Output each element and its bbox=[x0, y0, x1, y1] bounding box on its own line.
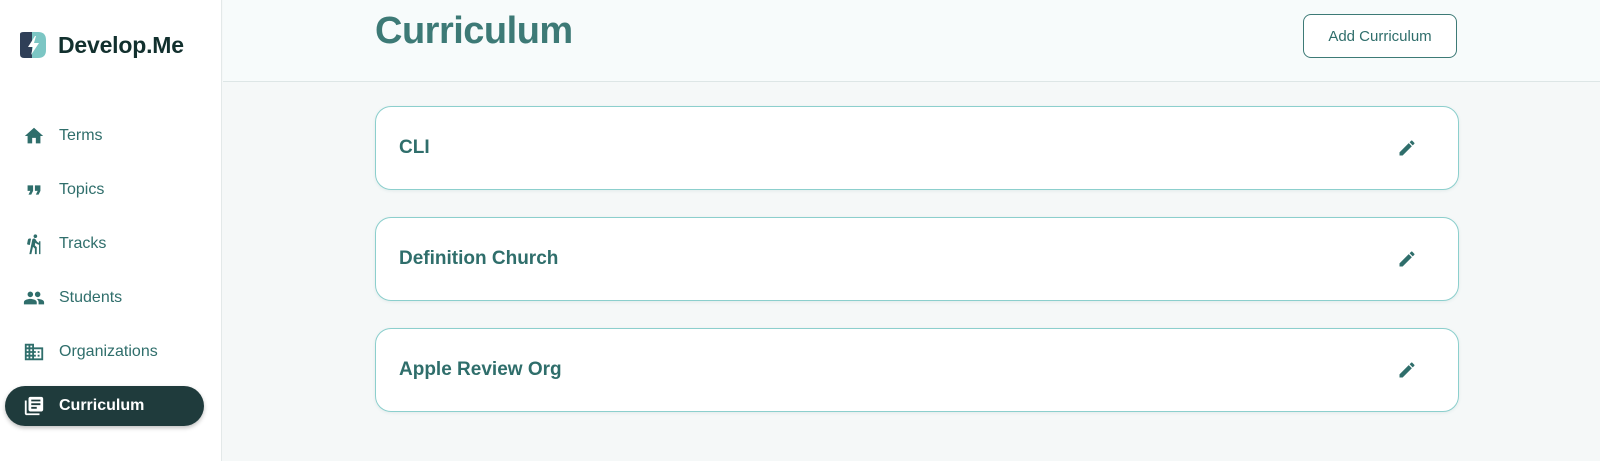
edit-curriculum-button[interactable] bbox=[1394, 357, 1420, 383]
add-curriculum-button[interactable]: Add Curriculum bbox=[1303, 14, 1457, 58]
page-header: Curriculum Add Curriculum bbox=[223, 0, 1600, 82]
pencil-edit-icon bbox=[1399, 362, 1415, 378]
curriculum-list: CLI Definition Church Apple Review Org bbox=[375, 106, 1459, 439]
sidebar-item-tracks[interactable]: Tracks bbox=[5, 224, 204, 264]
hiking-icon bbox=[21, 232, 47, 256]
library-books-icon bbox=[21, 394, 47, 418]
sidebar-item-label: Tracks bbox=[59, 235, 107, 252]
sidebar-item-curriculum[interactable]: Curriculum bbox=[5, 386, 204, 426]
brand-name: Develop.Me bbox=[58, 31, 184, 58]
sidebar-item-label: Curriculum bbox=[59, 397, 145, 414]
sidebar-item-label: Organizations bbox=[59, 343, 158, 360]
curriculum-name: Definition Church bbox=[399, 248, 559, 269]
sidebar-item-organizations[interactable]: Organizations bbox=[5, 332, 204, 372]
brand[interactable]: Develop.Me bbox=[18, 30, 184, 60]
sidebar-item-students[interactable]: Students bbox=[5, 278, 204, 318]
curriculum-card[interactable]: Apple Review Org bbox=[375, 328, 1459, 412]
pencil-edit-icon bbox=[1399, 140, 1415, 156]
sidebar-item-label: Topics bbox=[59, 181, 105, 198]
people-icon bbox=[21, 286, 47, 310]
lightning-bolt-logo-icon bbox=[20, 32, 46, 58]
building-icon bbox=[21, 340, 47, 364]
home-icon bbox=[21, 124, 47, 148]
sidebar: Develop.Me Terms Topics Tracks Students bbox=[0, 0, 222, 461]
edit-curriculum-button[interactable] bbox=[1394, 135, 1420, 161]
curriculum-card[interactable]: Definition Church bbox=[375, 217, 1459, 301]
page-title: Curriculum bbox=[375, 10, 573, 52]
pencil-edit-icon bbox=[1399, 251, 1415, 267]
sidebar-item-topics[interactable]: Topics bbox=[5, 170, 204, 210]
curriculum-card[interactable]: CLI bbox=[375, 106, 1459, 190]
curriculum-name: Apple Review Org bbox=[399, 359, 562, 380]
sidebar-item-terms[interactable]: Terms bbox=[5, 116, 204, 156]
curriculum-name: CLI bbox=[399, 137, 430, 158]
sidebar-nav: Terms Topics Tracks Students Organizatio… bbox=[0, 116, 222, 440]
edit-curriculum-button[interactable] bbox=[1394, 246, 1420, 272]
sidebar-item-label: Students bbox=[59, 289, 123, 306]
quote-icon bbox=[21, 178, 47, 202]
sidebar-item-label: Terms bbox=[59, 127, 103, 144]
